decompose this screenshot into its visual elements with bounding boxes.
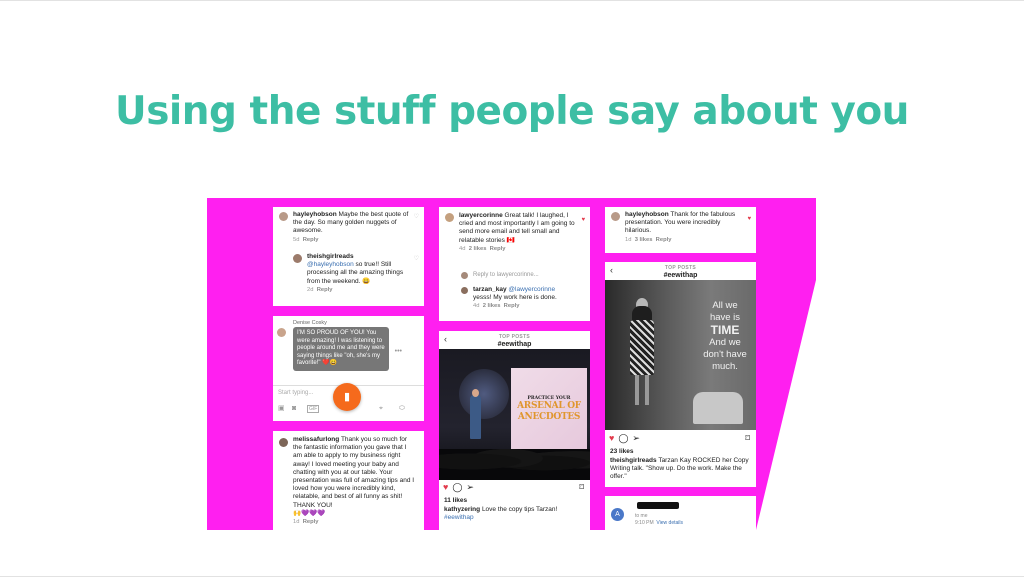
speaker-figure <box>627 298 657 408</box>
image-icon[interactable]: ▣ <box>278 405 285 413</box>
comment-body: lawyercorinne Great talk! I laughed, I c… <box>459 212 575 252</box>
heart-icon[interactable]: ♥ <box>747 215 751 223</box>
avatar <box>461 287 468 294</box>
post-actions: ♥◯➢ <box>443 482 478 492</box>
post-caption: kathyzering Love the copy tips Tarzan! #… <box>444 506 558 522</box>
email-meta: 9:10 PM View details <box>635 520 683 526</box>
collage-white-wedge <box>756 280 816 530</box>
heart-icon[interactable]: ♥ <box>443 482 452 492</box>
post-header: TOP POSTS #eewithap <box>497 334 532 348</box>
comment-body: melissafurlong Thank you so much for the… <box>293 436 415 526</box>
heart-icon[interactable]: ♥ <box>581 216 585 224</box>
reply-link[interactable]: Reply <box>303 237 319 243</box>
comment-card-melissa: melissafurlong Thank you so much for the… <box>273 431 424 530</box>
reply-link[interactable]: Reply <box>303 519 319 525</box>
avatar <box>277 328 286 337</box>
speaker-head <box>472 389 479 397</box>
comment-user: hayleyhobson <box>293 211 337 218</box>
photo-overlay-text: All we have is TIME And we don't have mu… <box>703 300 747 372</box>
comment-body: hayleyhobson Thank for the fabulous pres… <box>625 211 736 243</box>
share-icon[interactable]: ➢ <box>466 482 478 492</box>
post-photo: All we have is TIME And we don't have mu… <box>605 280 756 430</box>
speaker <box>470 395 481 439</box>
comment-body: hayleyhobson Maybe the best quote of the… <box>293 211 411 244</box>
comment-card-lawyer: lawyercorinne Great talk! I laughed, I c… <box>439 207 590 321</box>
bookmark-icon[interactable]: ⌑ <box>579 482 584 491</box>
projection-screen: PRACTICE YOUR ARSENAL OF ANECDOTES <box>511 368 587 453</box>
avatar <box>279 212 288 221</box>
slide: Using the stuff people say about you hay… <box>0 0 1024 577</box>
heart-icon[interactable]: ♡ <box>414 255 419 263</box>
email-card: A to me 9:10 PM View details <box>605 496 756 530</box>
post-photo: PRACTICE YOUR ARSENAL OF ANECDOTES <box>439 349 590 480</box>
audience <box>439 449 590 480</box>
comment-card-hayley: hayleyhobson Maybe the best quote of the… <box>273 207 424 306</box>
message-card: Denise Cosky I'M SO PROUD OF YOU! You we… <box>273 316 424 421</box>
post-actions: ♥◯➢ <box>609 433 644 443</box>
message-sender: Denise Cosky <box>293 320 327 326</box>
post-header: TOP POSTS #eewithap <box>663 265 698 279</box>
heart-icon[interactable]: ♥ <box>609 433 618 443</box>
options-icon[interactable]: ••• <box>395 348 402 356</box>
share-icon[interactable]: ➢ <box>632 433 644 443</box>
orange-fab-icon[interactable]: ▮ <box>333 383 361 411</box>
comment-icon[interactable]: ◯ <box>618 433 632 443</box>
comment-icon[interactable]: ◯ <box>452 482 466 492</box>
message-bubble: I'M SO PROUD OF YOU! You were amazing! I… <box>293 327 389 371</box>
reply-body: theishgirlreads @hayleyhobson so true!! … <box>307 253 404 293</box>
sender-avatar: A <box>611 508 624 521</box>
pill-icon[interactable]: ⬭ <box>399 405 405 413</box>
heart-icon[interactable]: ♡ <box>414 213 419 221</box>
post-caption: theishgirlreads Tarzan Kay ROCKED her Co… <box>610 457 749 481</box>
gif-icon[interactable]: GIF <box>307 405 320 413</box>
screenshot-collage: hayleyhobson Maybe the best quote of the… <box>207 198 816 530</box>
camera-icon[interactable]: ◙ <box>292 405 296 413</box>
comment-meta: 5d Reply <box>293 236 319 243</box>
avatar <box>445 213 454 222</box>
reply-body: tarzan_kay @lawyercorinne yesss! My work… <box>473 286 557 310</box>
post-likes: 23 likes <box>610 448 634 455</box>
avatar <box>293 254 302 263</box>
reply-input[interactable]: Reply to lawyercorinne... <box>473 271 539 279</box>
bookmark-icon[interactable]: ⌑ <box>745 433 750 442</box>
reply-link[interactable]: Reply <box>317 287 333 293</box>
reply-link[interactable]: Reply <box>656 237 672 243</box>
avatar <box>461 272 468 279</box>
avatar <box>279 438 288 447</box>
stage-light <box>459 369 509 419</box>
reply-link[interactable]: Reply <box>490 246 506 252</box>
comment-card-hayley-2: hayleyhobson Thank for the fabulous pres… <box>605 207 756 253</box>
location-icon[interactable]: ⌖ <box>379 405 383 413</box>
post-likes: 11 likes <box>444 497 468 504</box>
redacted-name <box>637 502 679 509</box>
message-input[interactable]: Start typing... <box>278 389 313 397</box>
instagram-post-2: ‹ TOP POSTS #eewithap All we have is TIME… <box>605 262 756 487</box>
view-details-link[interactable]: View details <box>656 520 683 526</box>
reply-link[interactable]: Reply <box>504 303 520 309</box>
avatar <box>611 212 620 221</box>
instagram-post-1: ‹ TOP POSTS #eewithap PRACTICE YOUR ARSEN… <box>439 331 590 530</box>
chair <box>693 392 743 424</box>
slide-title: Using the stuff people say about you <box>115 89 909 134</box>
